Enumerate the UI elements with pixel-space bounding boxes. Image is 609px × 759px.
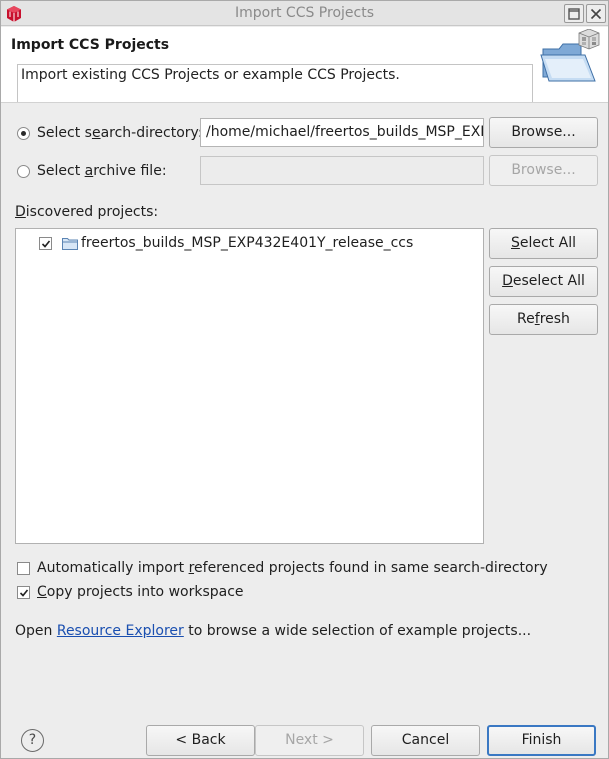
next-button[interactable]: Next > xyxy=(255,725,364,756)
title-bar[interactable]: Import CCS Projects xyxy=(1,1,608,26)
wizard-header: Import CCS Projects Import existing CCS … xyxy=(1,27,608,103)
discovered-projects-label: Discovered projects: xyxy=(15,204,159,220)
help-button[interactable]: ? xyxy=(21,729,44,752)
resource-explorer-link[interactable]: Resource Explorer xyxy=(57,623,184,639)
checkmark-icon xyxy=(19,589,29,597)
browse-directory-button[interactable]: Browse... xyxy=(489,117,598,148)
copy-into-workspace-checkbox[interactable] xyxy=(17,586,30,599)
project-folder-icon xyxy=(62,238,78,250)
list-item[interactable]: freertos_builds_MSP_EXP432E401Y_release_… xyxy=(16,232,483,254)
window-title: Import CCS Projects xyxy=(235,5,374,21)
select-all-button[interactable]: Select All xyxy=(489,228,598,259)
deselect-all-button[interactable]: Deselect All xyxy=(489,266,598,297)
checkmark-icon xyxy=(41,240,51,248)
page-description: Import existing CCS Projects or example … xyxy=(17,64,533,102)
search-directory-label[interactable]: Select search-directory: xyxy=(37,125,203,141)
finish-button[interactable]: Finish xyxy=(487,725,596,756)
archive-file-radio[interactable] xyxy=(17,165,30,178)
archive-file-label[interactable]: Select archive file: xyxy=(37,163,167,179)
close-button[interactable] xyxy=(586,4,606,23)
resource-explorer-text: Open Resource Explorer to browse a wide … xyxy=(15,623,532,639)
page-title: Import CCS Projects xyxy=(11,37,170,53)
search-directory-input[interactable]: /home/michael/freertos_builds_MSP_EXP432… xyxy=(200,118,484,147)
auto-import-checkbox[interactable] xyxy=(17,562,30,575)
search-directory-radio[interactable] xyxy=(17,127,30,140)
back-button[interactable]: < Back xyxy=(146,725,255,756)
discovered-projects-list[interactable]: freertos_builds_MSP_EXP432E401Y_release_… xyxy=(15,228,484,544)
refresh-button[interactable]: Refresh xyxy=(489,304,598,335)
maximize-button[interactable] xyxy=(564,4,584,23)
close-icon xyxy=(590,8,602,20)
cancel-button[interactable]: Cancel xyxy=(371,725,480,756)
auto-import-label[interactable]: Automatically import referenced projects… xyxy=(37,560,548,576)
import-dialog-window: Import CCS Projects Import CCS Projects … xyxy=(0,0,609,759)
project-checkbox[interactable] xyxy=(39,237,52,250)
archive-file-input[interactable] xyxy=(200,156,484,185)
copy-into-workspace-label[interactable]: Copy projects into workspace xyxy=(37,584,244,600)
browse-archive-button[interactable]: Browse... xyxy=(489,155,598,186)
project-name: freertos_builds_MSP_EXP432E401Y_release_… xyxy=(81,235,414,251)
maximize-icon xyxy=(568,8,580,20)
folder-import-graphic xyxy=(540,29,600,82)
